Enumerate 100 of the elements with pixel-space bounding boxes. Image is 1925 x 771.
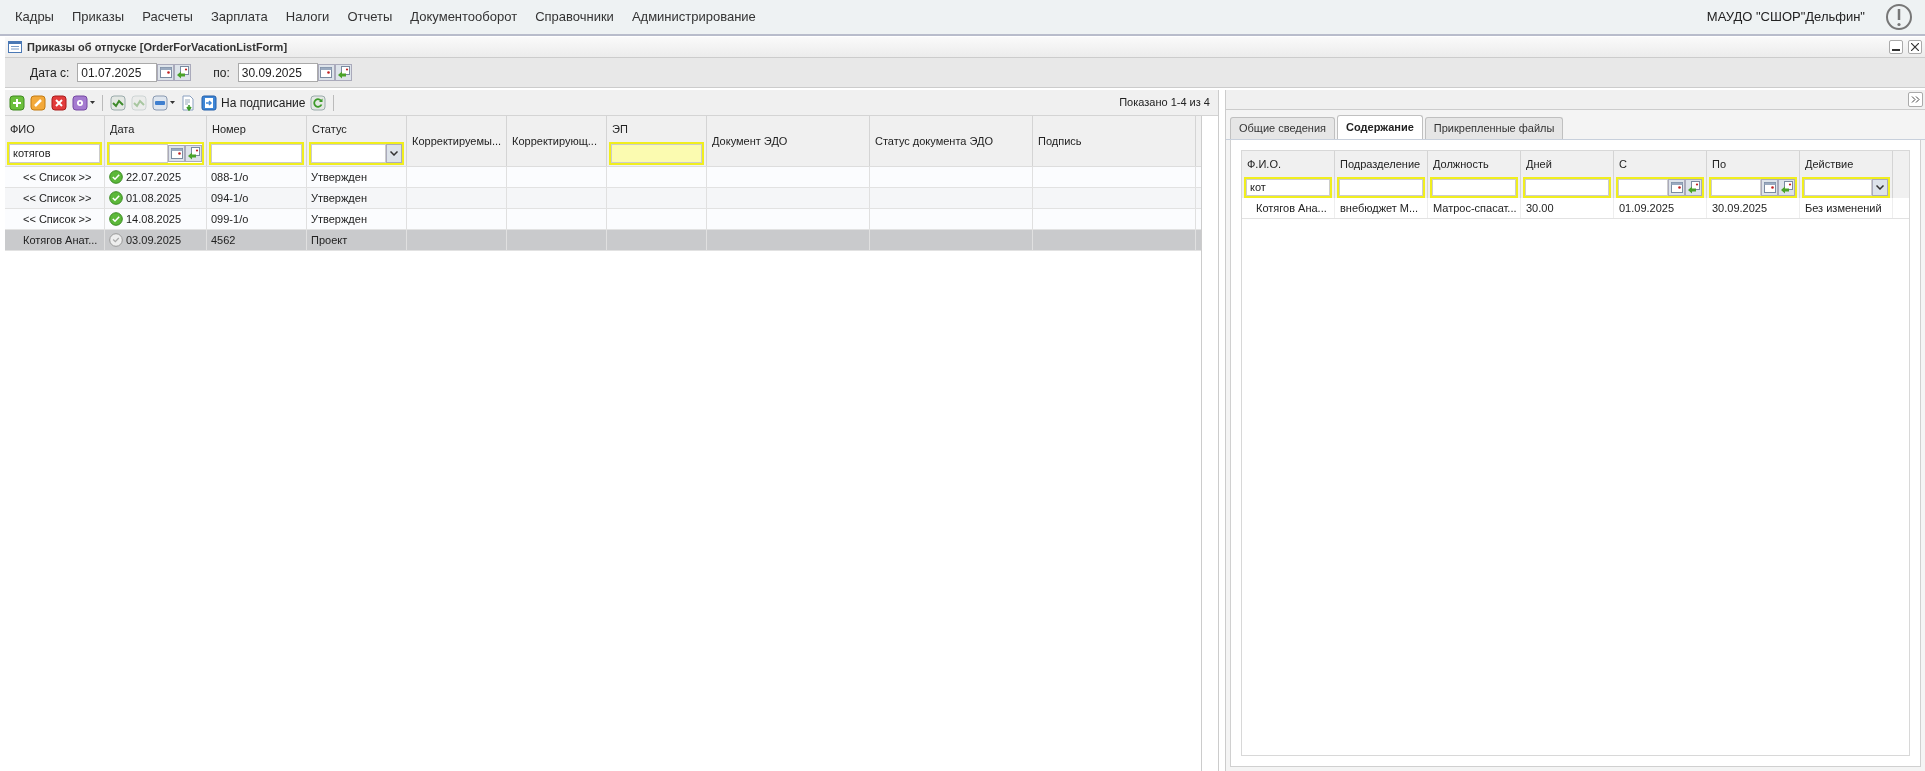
document-icon: [180, 94, 196, 111]
table-row[interactable]: << Список >> 01.08.2025 094-1/о Утвержден: [5, 188, 1201, 209]
column-header[interactable]: Подпись: [1035, 132, 1193, 150]
column-header[interactable]: С: [1616, 156, 1704, 173]
minimize-button[interactable]: [1889, 40, 1903, 54]
sign-button[interactable]: На подписание: [201, 92, 306, 113]
caret-icon: [170, 101, 175, 104]
table-cell-text: Проект: [311, 232, 348, 248]
menu-item[interactable]: Отчеты: [338, 7, 402, 27]
menu-item[interactable]: Приказы: [62, 7, 134, 27]
organization-name: МАУДО "СШОР"Дельфин": [1706, 8, 1865, 27]
menu-item[interactable]: Налоги: [276, 7, 339, 27]
date-filter-field[interactable]: [1616, 176, 1704, 198]
menu-item[interactable]: Администрирование: [622, 7, 765, 27]
menu-item[interactable]: Документооборот: [401, 7, 527, 27]
toolbar-button[interactable]: [180, 92, 196, 113]
column-header[interactable]: Корректируемы...: [409, 132, 504, 150]
calendar-arrow-icon: [1780, 180, 1793, 194]
table-cell-text: 088-1/о: [211, 169, 249, 185]
column-header[interactable]: Документ ЭДО: [709, 132, 867, 150]
column-header[interactable]: Дата: [107, 121, 204, 138]
clear-date-button[interactable]: [174, 64, 192, 81]
table-cell-text: << Список >>: [23, 190, 92, 206]
column-header[interactable]: Статус документа ЭДО: [872, 132, 1030, 150]
column-header[interactable]: Подразделение: [1337, 156, 1425, 173]
alert-icon[interactable]: [1885, 3, 1913, 31]
table-cell-text: Утвержден: [311, 211, 367, 227]
filter-field[interactable]: [1523, 176, 1611, 198]
table-cell-text: Утвержден: [311, 169, 367, 185]
check-icon: [110, 94, 126, 111]
calendar-button[interactable]: [1761, 178, 1778, 196]
calendar-icon: [159, 67, 172, 78]
menu-item[interactable]: Расчеты: [133, 7, 202, 27]
toolbar-button[interactable]: [51, 92, 67, 113]
column-header[interactable]: ФИО: [7, 121, 102, 138]
calendar-button[interactable]: [157, 64, 175, 81]
table-cell-text: 099-1/о: [211, 211, 249, 227]
filter-field[interactable]: [1430, 176, 1518, 198]
toolbar-button[interactable]: [310, 92, 327, 113]
date-field[interactable]: 30.09.2025: [237, 63, 318, 82]
table-cell-text: 30.00: [1526, 200, 1554, 216]
toolbar-button[interactable]: [72, 92, 95, 113]
table-cell-text: 01.08.2025: [126, 190, 182, 206]
filter-field[interactable]: [1337, 176, 1425, 198]
date-field[interactable]: 01.07.2025: [77, 63, 158, 82]
table-row[interactable]: Котягов Анат... 03.09.2025 4562 Проект: [5, 230, 1201, 251]
field-label: по:: [213, 64, 230, 82]
toolbar-button[interactable]: [110, 92, 126, 113]
menu-item[interactable]: Справочники: [526, 7, 623, 27]
table-row[interactable]: << Список >> 14.08.2025 099-1/о Утвержден: [5, 209, 1201, 230]
clear-date-button[interactable]: [1685, 178, 1702, 196]
window-title: Приказы об отпуске [OrderForVacationListForm]: [27, 39, 288, 55]
toolbar-button[interactable]: [9, 92, 25, 113]
dropdown-field[interactable]: [309, 141, 404, 165]
calendar-icon: [170, 147, 183, 159]
column-header[interactable]: Ф.И.О.: [1244, 156, 1332, 173]
column-header[interactable]: ЭП: [609, 121, 704, 138]
table-cell-text: Котягов Анат...: [23, 232, 98, 248]
printer-icon: [152, 94, 168, 111]
tab[interactable]: Прикрепленные файлы: [1424, 117, 1564, 139]
filter-field[interactable]: [609, 141, 704, 165]
column-header[interactable]: Корректирующ...: [509, 132, 604, 150]
calendar-arrow-icon: [176, 66, 190, 79]
column-header[interactable]: Номер: [209, 121, 304, 138]
table-cell-text: 01.09.2025: [1619, 200, 1675, 216]
column-header[interactable]: Должность: [1430, 156, 1518, 173]
caret-icon: [90, 101, 95, 104]
toolbar-button[interactable]: [30, 92, 46, 113]
column-header[interactable]: Дней: [1523, 156, 1611, 173]
dropdown-field[interactable]: [1802, 176, 1890, 198]
pencil-icon: [30, 94, 46, 111]
close-icon: [1911, 43, 1919, 51]
table-cell-text: 4562: [211, 232, 236, 248]
toolbar-button[interactable]: [152, 92, 175, 113]
calendar-icon: [320, 67, 333, 78]
date-filter-field[interactable]: [1709, 176, 1797, 198]
tab[interactable]: Общие сведения: [1230, 117, 1336, 139]
delete-icon: [51, 94, 67, 111]
menu-item[interactable]: Зарплата: [201, 7, 277, 27]
calendar-button[interactable]: [1668, 178, 1685, 196]
close-button[interactable]: [1908, 40, 1922, 54]
clear-date-button[interactable]: [1778, 178, 1795, 196]
chevron-down-icon: [390, 150, 398, 156]
date-filter-field[interactable]: [107, 141, 204, 165]
calendar-button[interactable]: [168, 144, 185, 162]
table-row[interactable]: << Список >> 22.07.2025 088-1/о Утвержден: [5, 167, 1201, 188]
table-cell-text: << Список >>: [23, 169, 92, 185]
filter-field[interactable]: [209, 141, 304, 165]
filter-field[interactable]: котягов: [7, 141, 102, 165]
clear-date-button[interactable]: [185, 144, 202, 162]
filter-field[interactable]: кот: [1244, 176, 1332, 198]
expand-button[interactable]: [1908, 92, 1923, 107]
column-header[interactable]: Статус: [309, 121, 404, 138]
table-row[interactable]: Котягов Ана... внебюджет М... Матрос-спасат... 30.00 01.09.2025 30.09.2025 Без изменений: [1242, 198, 1909, 219]
menu-item[interactable]: Кадры: [6, 7, 63, 27]
calendar-icon: [1670, 181, 1683, 193]
column-header[interactable]: По: [1709, 156, 1797, 173]
table-cell-text: 03.09.2025: [126, 232, 182, 248]
column-header[interactable]: Действие: [1802, 156, 1890, 173]
tab[interactable]: Содержание: [1337, 115, 1423, 139]
